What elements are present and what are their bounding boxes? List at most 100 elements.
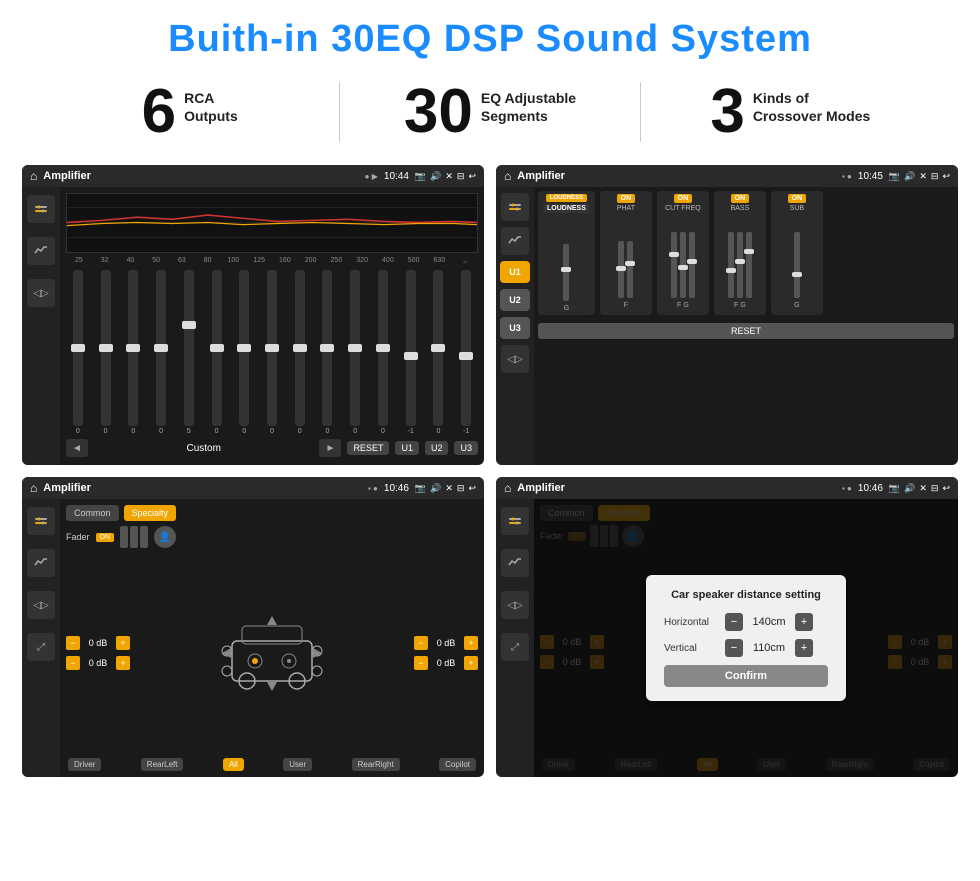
cross-fader-line-1[interactable] — [120, 526, 128, 548]
eq-bottom-bar: ◄ Custom ► RESET U1 U2 U3 — [66, 435, 478, 459]
amp-wave-btn[interactable] — [501, 227, 529, 255]
cross-content: ◁▷ ⤢ Common Specialty Fader ON 👤 — [22, 499, 484, 777]
eq-slider-11[interactable]: 0 — [371, 270, 395, 435]
dist-vol-btn[interactable]: ◁▷ — [501, 591, 529, 619]
eq-slider-2[interactable]: 0 — [121, 270, 145, 435]
eq-side-btn-2[interactable] — [27, 237, 55, 265]
eq-graph — [66, 193, 478, 253]
cross-tab-row: Common Specialty — [66, 505, 478, 521]
cross-btn-rearleft[interactable]: RearLeft — [141, 758, 184, 771]
dist-wave-btn[interactable] — [501, 549, 529, 577]
cross-btn-rearright[interactable]: RearRight — [352, 758, 400, 771]
cross-db-minus-3[interactable]: − — [414, 636, 428, 650]
cross-eq-btn[interactable] — [27, 507, 55, 535]
cross-expand-btn[interactable]: ⤢ — [27, 633, 55, 661]
modal-horizontal-plus[interactable]: + — [795, 613, 813, 631]
cross-db-plus-2[interactable]: + — [116, 656, 130, 670]
stat-eq-number: 30 — [404, 81, 473, 143]
amp-screen-title: Amplifier — [517, 170, 836, 182]
dist-expand-btn[interactable]: ⤢ — [501, 633, 529, 661]
modal-horizontal-minus[interactable]: − — [725, 613, 743, 631]
bass-on-badge[interactable]: ON — [731, 194, 750, 203]
eq-slider-7[interactable]: 0 — [260, 270, 284, 435]
cross-btn-user[interactable]: User — [283, 758, 312, 771]
amp-u1-sidebar-btn[interactable]: U1 — [500, 261, 530, 283]
eq-u2-btn[interactable]: U2 — [425, 441, 449, 455]
eq-slider-0[interactable]: 0 — [66, 270, 90, 435]
cross-db-minus-2[interactable]: − — [66, 656, 80, 670]
amp-main: LOUDNESS LOUDNESS G ON — [534, 187, 958, 465]
cross-db-plus-3[interactable]: + — [464, 636, 478, 650]
cross-btn-copilot[interactable]: Copilot — [439, 758, 476, 771]
eq-slider-1[interactable]: 0 — [94, 270, 118, 435]
eq-slider-9[interactable]: 0 — [316, 270, 340, 435]
stat-rca-label2: Outputs — [184, 107, 238, 125]
amp-channel-loudness: LOUDNESS LOUDNESS G — [538, 191, 595, 315]
cross-db-row-1: − 0 dB + — [66, 636, 130, 650]
eq-slider-13[interactable]: 0 — [427, 270, 451, 435]
eq-next-btn[interactable]: ► — [319, 439, 341, 457]
cross-on-toggle[interactable]: ON — [96, 533, 115, 542]
cross-home-icon: ⌂ — [30, 481, 37, 495]
loudness-on-badge[interactable]: LOUDNESS — [546, 194, 587, 202]
dist-eq-btn[interactable] — [501, 507, 529, 535]
cross-vol-btn[interactable]: ◁▷ — [27, 591, 55, 619]
cross-db-plus-4[interactable]: + — [464, 656, 478, 670]
amp-status-bar: ⌂ Amplifier ▪ ● 10:45 📷 🔊 ✕ ⊟ ↩ — [496, 165, 958, 187]
dist-screen-title: Amplifier — [517, 482, 836, 494]
cutfreq-on-badge[interactable]: ON — [674, 194, 693, 203]
stat-crossover: 3 Kinds of Crossover Modes — [661, 81, 920, 143]
sub-on-badge[interactable]: ON — [788, 194, 807, 203]
eq-slider-12[interactable]: -1 — [399, 270, 423, 435]
stat-divider-2 — [640, 82, 641, 142]
amp-vol-btn[interactable]: ◁▷ — [501, 345, 529, 373]
stat-crossover-label2: Crossover Modes — [753, 107, 870, 125]
cross-time: 10:46 — [384, 483, 409, 494]
cross-person-icon: 👤 — [154, 526, 176, 548]
modal-vertical-plus[interactable]: + — [795, 639, 813, 657]
eq-u3-btn[interactable]: U3 — [454, 441, 478, 455]
cross-db-value-4: 0 dB — [432, 658, 460, 668]
amp-u2-sidebar-btn[interactable]: U2 — [500, 289, 530, 311]
eq-prev-btn[interactable]: ◄ — [66, 439, 88, 457]
eq-slider-4[interactable]: 5 — [177, 270, 201, 435]
eq-slider-14[interactable]: -1 — [454, 270, 478, 435]
cross-btn-driver[interactable]: Driver — [68, 758, 101, 771]
cross-fader-line-2[interactable] — [130, 526, 138, 548]
eq-preset-label: Custom — [94, 443, 313, 454]
cross-tab-common[interactable]: Common — [66, 505, 119, 521]
amp-u3-sidebar-btn[interactable]: U3 — [500, 317, 530, 339]
eq-side-btn-3[interactable]: ◁▷ — [27, 279, 55, 307]
bass-label: BASS — [731, 205, 750, 212]
home-icon: ⌂ — [30, 169, 37, 183]
cross-car-diagram — [136, 553, 408, 753]
stats-row: 6 RCA Outputs 30 EQ Adjustable Segments … — [0, 71, 980, 157]
eq-side-btn-1[interactable] — [27, 195, 55, 223]
eq-u1-btn[interactable]: U1 — [395, 441, 419, 455]
phat-on-badge[interactable]: ON — [617, 194, 636, 203]
cross-btn-all[interactable]: All — [223, 758, 244, 771]
cross-wave-btn[interactable] — [27, 549, 55, 577]
eq-slider-6[interactable]: 0 — [232, 270, 256, 435]
eq-slider-10[interactable]: 0 — [343, 270, 367, 435]
amp-eq-btn[interactable] — [501, 193, 529, 221]
modal-vertical-minus[interactable]: − — [725, 639, 743, 657]
modal-overlay: Car speaker distance setting Horizontal … — [534, 499, 958, 777]
cross-fader-line-3[interactable] — [140, 526, 148, 548]
cross-db-plus-1[interactable]: + — [116, 636, 130, 650]
distance-modal: Car speaker distance setting Horizontal … — [646, 575, 846, 701]
cross-tab-specialty[interactable]: Specialty — [124, 505, 177, 521]
stat-divider-1 — [339, 82, 340, 142]
eq-slider-5[interactable]: 0 — [205, 270, 229, 435]
stat-eq-label1: EQ Adjustable — [481, 89, 576, 107]
cross-db-minus-4[interactable]: − — [414, 656, 428, 670]
screens-grid: ⌂ Amplifier ● ▶ 10:44 📷 🔊 ✕ ⊟ ↩ ◁▷ — [0, 157, 980, 789]
modal-horizontal-label: Horizontal — [664, 617, 719, 628]
amp-reset-btn[interactable]: RESET — [538, 323, 954, 339]
eq-slider-3[interactable]: 0 — [149, 270, 173, 435]
eq-reset-btn[interactable]: RESET — [347, 441, 389, 455]
cross-car-area: − 0 dB + − 0 dB + — [66, 553, 478, 753]
modal-confirm-button[interactable]: Confirm — [664, 665, 828, 687]
cross-db-minus-1[interactable]: − — [66, 636, 80, 650]
eq-slider-8[interactable]: 0 — [288, 270, 312, 435]
